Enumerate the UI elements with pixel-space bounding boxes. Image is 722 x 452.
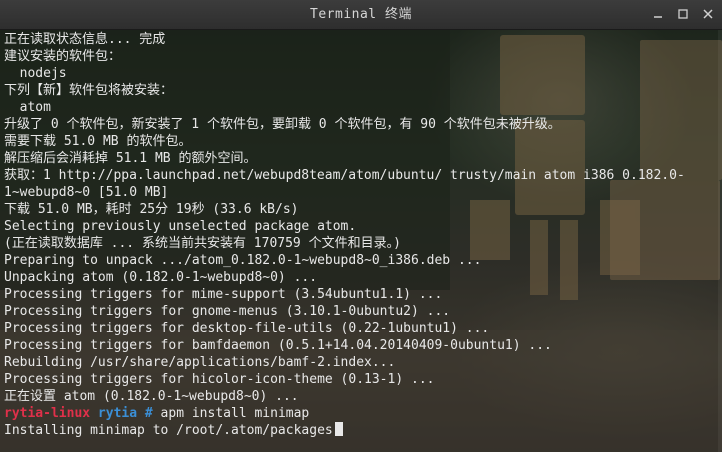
- output-line: 正在设置 atom (0.182.0-1~webupd8~0) ...: [4, 389, 299, 404]
- output-line: Processing triggers for bamfdaemon (0.5.…: [4, 338, 552, 353]
- output-line: atom: [4, 100, 51, 115]
- output-line: nodejs: [4, 66, 67, 81]
- output-line: (正在读取数据库 ... 系统当前共安装有 170759 个文件和目录。): [4, 236, 401, 251]
- output-line: 升级了 0 个软件包，新安装了 1 个软件包，要卸载 0 个软件包，有 90 个…: [4, 117, 561, 132]
- terminal-window: Terminal 终端 正在读取状态信息... 完成 建议安装的软件包： nod…: [0, 0, 722, 452]
- output-line: Selecting previously unselected package …: [4, 219, 357, 234]
- output-line: 建议安装的软件包：: [4, 49, 122, 64]
- output-line: Processing triggers for mime-support (3.…: [4, 287, 443, 302]
- minimize-icon: [654, 16, 662, 18]
- terminal-viewport[interactable]: 正在读取状态信息... 完成 建议安装的软件包： nodejs 下列【新】软件包…: [0, 30, 722, 452]
- close-button[interactable]: [700, 6, 716, 22]
- output-line: Processing triggers for hicolor-icon-the…: [4, 372, 435, 387]
- window-title: Terminal 终端: [310, 7, 412, 22]
- output-line: 下载 51.0 MB，耗时 25分 19秒 (33.6 kB/s): [4, 202, 299, 217]
- terminal-output: 正在读取状态信息... 完成 建议安装的软件包： nodejs 下列【新】软件包…: [4, 31, 718, 439]
- close-icon: [703, 9, 713, 19]
- window-controls: [650, 6, 716, 24]
- output-line: Rebuilding /usr/share/applications/bamf-…: [4, 355, 396, 370]
- current-line[interactable]: Installing minimap to /root/.atom/packag…: [4, 422, 718, 439]
- output-line: Processing triggers for gnome-menus (3.1…: [4, 304, 451, 319]
- current-output: Installing minimap to /root/.atom/packag…: [4, 423, 333, 438]
- output-line: Processing triggers for desktop-file-uti…: [4, 321, 490, 336]
- output-line: 需要下载 51.0 MB 的软件包。: [4, 134, 192, 149]
- scrollbar[interactable]: [718, 30, 722, 452]
- output-line: Unpacking atom (0.182.0-1~webupd8~0) ...: [4, 270, 318, 285]
- minimize-button[interactable]: [650, 6, 666, 22]
- title-bar[interactable]: Terminal 终端: [0, 0, 722, 30]
- prompt-user: rytia: [97, 406, 138, 421]
- output-line: 解压缩后会消耗掉 51.1 MB 的额外空间。: [4, 151, 257, 166]
- prompt-command: apm install minimap: [160, 406, 310, 421]
- output-line: 下列【新】软件包将被安装：: [4, 83, 174, 98]
- maximize-button[interactable]: [675, 6, 691, 22]
- output-line: 1~webupd8~0 [51.0 MB]: [4, 185, 169, 200]
- output-line: 正在读取状态信息... 完成: [4, 32, 166, 47]
- maximize-icon: [678, 9, 688, 19]
- prompt-line: rytia-linux rytia # apm install minimap: [4, 405, 718, 422]
- prompt-host: rytia-linux: [4, 406, 91, 421]
- text-cursor: [334, 422, 343, 436]
- output-line: Preparing to unpack .../atom_0.182.0-1~w…: [4, 253, 482, 268]
- prompt-symbol: #: [144, 406, 153, 421]
- output-line: 获取：1 http://ppa.launchpad.net/webupd8tea…: [4, 168, 685, 183]
